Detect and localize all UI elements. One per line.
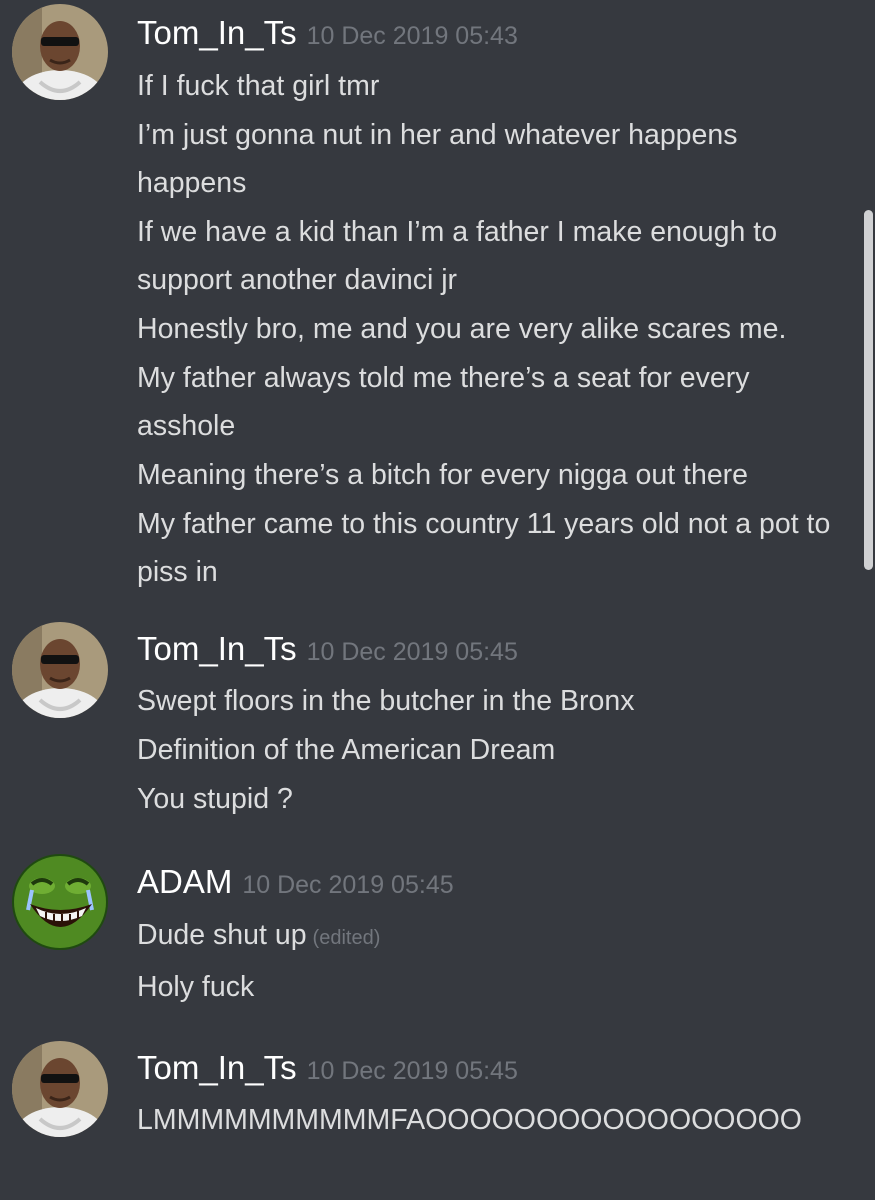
message-text: You stupid ?: [137, 783, 293, 815]
message-text: Holy fuck: [137, 971, 255, 1003]
message-text: My father came to this country 11 years …: [137, 508, 831, 588]
username[interactable]: ADAM: [137, 863, 232, 900]
message-text: LMMMMMMMMMMFAOOOOOOOOOOOOOOOOO: [137, 1104, 802, 1136]
message-text: Definition of the American Dream: [137, 734, 556, 766]
username[interactable]: Tom_In_Ts: [137, 630, 297, 667]
edited-label: (edited): [312, 927, 381, 949]
username[interactable]: Tom_In_Ts: [137, 14, 297, 51]
timestamp: 10 Dec 2019 05:43: [306, 22, 518, 50]
message-text: Honestly bro, me and you are very alike …: [137, 313, 787, 345]
user-avatar-sunglasses-icon[interactable]: [12, 4, 108, 100]
timestamp: 10 Dec 2019 05:45: [242, 871, 454, 899]
message-text: Swept floors in the butcher in the Bronx: [137, 685, 635, 717]
message-text: My father always told me there’s a seat …: [137, 362, 750, 442]
username[interactable]: Tom_In_Ts: [137, 1049, 297, 1086]
message-text: I’m just gonna nut in her and whatever h…: [137, 119, 738, 199]
message-text: Meaning there’s a bitch for every nigga …: [137, 459, 749, 491]
message-text: If I fuck that girl tmr: [137, 70, 380, 102]
scrollbar[interactable]: [864, 210, 873, 570]
pepe-laughing-avatar-icon[interactable]: [12, 854, 108, 950]
user-avatar-sunglasses-icon[interactable]: [12, 622, 108, 718]
user-avatar-sunglasses-icon[interactable]: [12, 1041, 108, 1137]
timestamp: 10 Dec 2019 05:45: [306, 1057, 518, 1085]
message-text: If we have a kid than I’m a father I mak…: [137, 216, 778, 296]
message-text: Dude shut up (edited): [137, 911, 852, 962]
message-content: Dude shut up: [137, 919, 307, 951]
chat-message-list[interactable]: Tom_In_Ts 10 Dec 2019 05:43 If I fuck tha…: [0, 0, 875, 1200]
timestamp: 10 Dec 2019 05:45: [306, 638, 518, 666]
